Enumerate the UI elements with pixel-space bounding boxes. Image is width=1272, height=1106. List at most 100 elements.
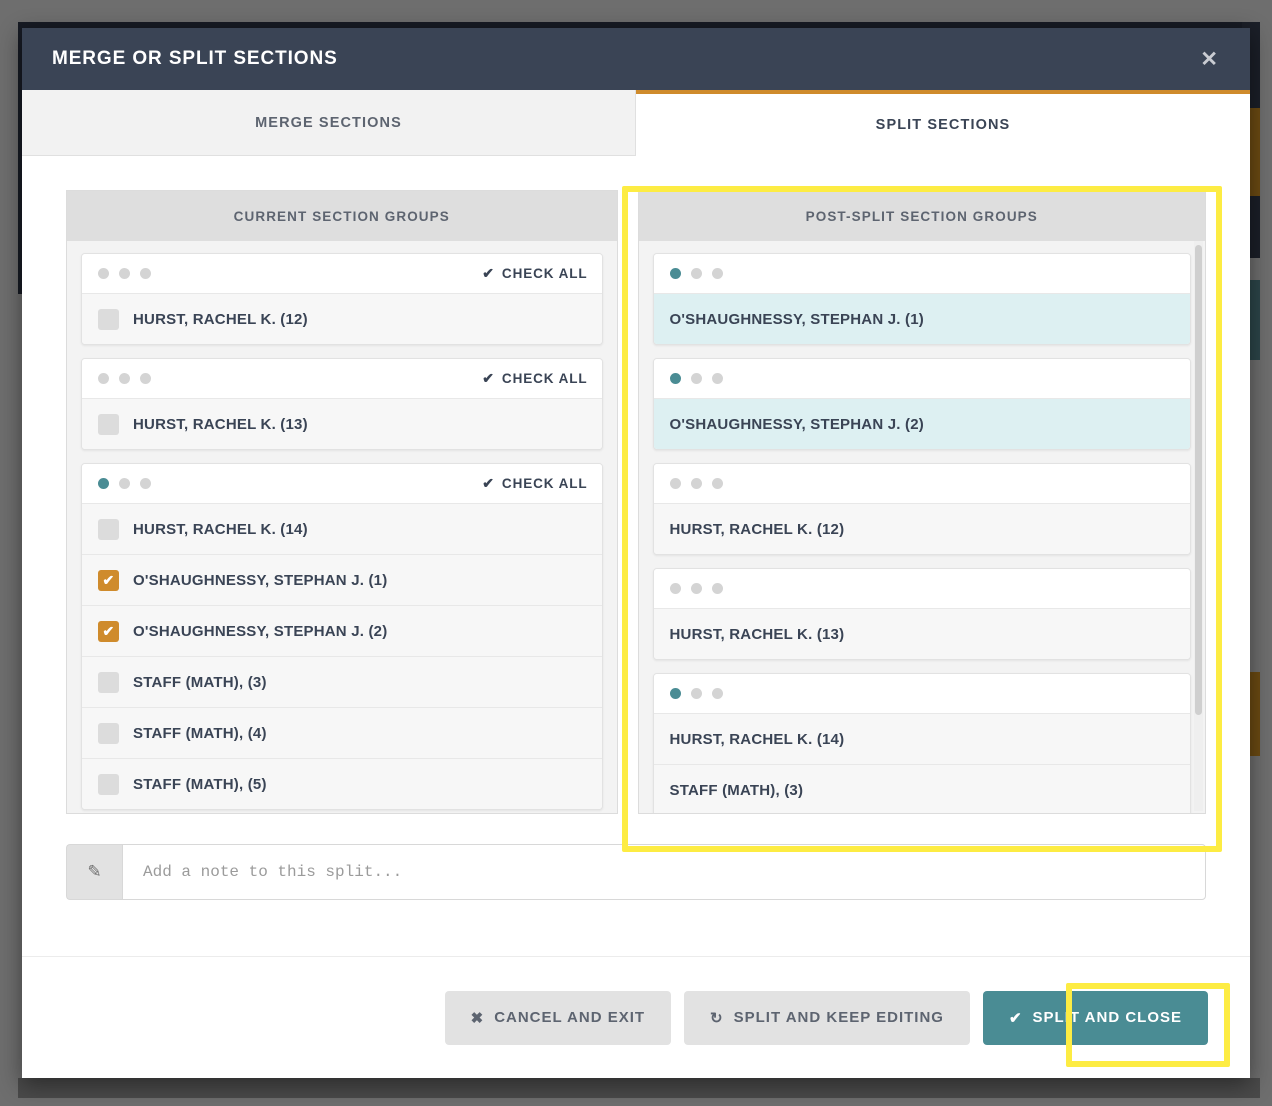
section-group-card[interactable]: ✔ CHECK ALL HURST, RACHEL K. (12) <box>81 253 603 345</box>
section-row-label: O'SHAUGHNESSY, STEPHAN J. (1) <box>670 311 924 328</box>
postsplit-column-header: POST-SPLIT SECTION GROUPS <box>639 191 1205 241</box>
modal-footer: ✖ CANCEL AND EXIT ↻ SPLIT AND KEEP EDITI… <box>22 956 1250 1078</box>
status-dot <box>691 478 702 489</box>
split-note-input[interactable] <box>122 844 1206 900</box>
section-checkbox[interactable] <box>98 519 119 540</box>
status-dot <box>691 373 702 384</box>
status-dot <box>712 268 723 279</box>
split-and-keep-editing-label: SPLIT AND KEEP EDITING <box>734 1009 944 1026</box>
section-checkbox[interactable] <box>98 723 119 744</box>
postsplit-column-scroll-area[interactable]: O'SHAUGHNESSY, STEPHAN J. (1) <box>639 241 1205 813</box>
status-dot <box>691 583 702 594</box>
section-group-columns: CURRENT SECTION GROUPS ✔ CH <box>66 190 1206 814</box>
check-all-button[interactable]: ✔ CHECK ALL <box>482 475 587 492</box>
section-row-label: STAFF (MATH), (4) <box>133 725 267 742</box>
section-checkbox[interactable] <box>98 414 119 435</box>
section-row-label: HURST, RACHEL K. (12) <box>670 521 845 538</box>
merge-or-split-sections-modal: MERGE OR SPLIT SECTIONS ✕ MERGE SECTIONS… <box>22 28 1250 1078</box>
backdrop-block-shadow-bottom <box>18 1078 1260 1098</box>
section-row[interactable]: HURST, RACHEL K. (13) <box>654 608 1190 659</box>
section-row-label: STAFF (MATH), (3) <box>670 782 804 799</box>
section-checkbox[interactable] <box>98 774 119 795</box>
section-row[interactable]: O'SHAUGHNESSY, STEPHAN J. (1) <box>654 293 1190 344</box>
section-row-label: HURST, RACHEL K. (13) <box>670 626 845 643</box>
section-group-card[interactable]: O'SHAUGHNESSY, STEPHAN J. (1) <box>653 253 1191 345</box>
postsplit-scrollbar-thumb[interactable] <box>1195 245 1202 715</box>
status-dot <box>712 478 723 489</box>
section-row[interactable]: ✔ O'SHAUGHNESSY, STEPHAN J. (1) <box>82 554 602 605</box>
section-row[interactable]: HURST, RACHEL K. (14) <box>82 503 602 554</box>
section-row-label: STAFF (MATH), (3) <box>133 674 267 691</box>
section-row-label: STAFF (MATH), (5) <box>133 776 267 793</box>
check-icon: ✔ <box>482 475 495 492</box>
check-all-button[interactable]: ✔ CHECK ALL <box>482 265 587 282</box>
group-status-dots <box>98 478 151 489</box>
group-card-bar: ✔ CHECK ALL <box>82 254 602 293</box>
section-row[interactable]: HURST, RACHEL K. (13) <box>82 398 602 449</box>
group-status-dots <box>670 268 723 279</box>
status-dot <box>712 688 723 699</box>
group-card-bar <box>654 464 1190 503</box>
current-section-groups-column: CURRENT SECTION GROUPS ✔ CH <box>66 190 618 814</box>
postsplit-scrollbar-track[interactable] <box>1194 241 1203 811</box>
section-row-label: O'SHAUGHNESSY, STEPHAN J. (1) <box>133 572 387 589</box>
section-group-card[interactable]: HURST, RACHEL K. (12) <box>653 463 1191 555</box>
status-dot <box>140 268 151 279</box>
cancel-and-exit-label: CANCEL AND EXIT <box>494 1009 645 1026</box>
tab-split-sections[interactable]: SPLIT SECTIONS <box>636 90 1250 156</box>
check-all-button[interactable]: ✔ CHECK ALL <box>482 370 587 387</box>
status-dot <box>670 268 681 279</box>
section-row-label: O'SHAUGHNESSY, STEPHAN J. (2) <box>133 623 387 640</box>
split-and-close-button[interactable]: ✔ SPLIT AND CLOSE <box>983 991 1208 1045</box>
close-icon[interactable]: ✕ <box>1194 45 1224 74</box>
section-checkbox[interactable] <box>98 672 119 693</box>
status-dot <box>691 688 702 699</box>
section-row-label: HURST, RACHEL K. (13) <box>133 416 308 433</box>
group-status-dots <box>670 373 723 384</box>
section-group-card[interactable]: HURST, RACHEL K. (13) <box>653 568 1191 660</box>
tab-bar: MERGE SECTIONS SPLIT SECTIONS <box>22 90 1250 156</box>
section-row[interactable]: STAFF (MATH), (3) <box>82 656 602 707</box>
refresh-icon: ↻ <box>710 1009 724 1027</box>
section-checkbox[interactable]: ✔ <box>98 570 119 591</box>
group-card-bar <box>654 254 1190 293</box>
group-card-bar <box>654 359 1190 398</box>
group-status-dots <box>670 478 723 489</box>
section-row[interactable]: STAFF (MATH), (3) <box>654 764 1190 813</box>
section-row[interactable]: O'SHAUGHNESSY, STEPHAN J. (2) <box>654 398 1190 449</box>
section-checkbox[interactable]: ✔ <box>98 621 119 642</box>
cancel-and-exit-button[interactable]: ✖ CANCEL AND EXIT <box>445 991 671 1045</box>
status-dot <box>140 373 151 384</box>
status-dot <box>98 373 109 384</box>
section-group-card[interactable]: HURST, RACHEL K. (14) STAFF (MATH), (3) <box>653 673 1191 813</box>
group-card-bar: ✔ CHECK ALL <box>82 359 602 398</box>
status-dot <box>119 373 130 384</box>
section-row[interactable]: HURST, RACHEL K. (12) <box>82 293 602 344</box>
check-icon: ✔ <box>1009 1009 1023 1027</box>
split-and-keep-editing-button[interactable]: ↻ SPLIT AND KEEP EDITING <box>684 991 970 1045</box>
section-group-card[interactable]: ✔ CHECK ALL HURST, RACHEL K. (13) <box>81 358 603 450</box>
split-and-close-label: SPLIT AND CLOSE <box>1033 1009 1182 1026</box>
group-status-dots <box>98 373 151 384</box>
page-title: MERGE OR SPLIT SECTIONS <box>52 48 338 70</box>
section-row[interactable]: ✔ O'SHAUGHNESSY, STEPHAN J. (2) <box>82 605 602 656</box>
section-row[interactable]: HURST, RACHEL K. (12) <box>654 503 1190 554</box>
section-checkbox[interactable] <box>98 309 119 330</box>
check-icon: ✔ <box>482 265 495 282</box>
current-column-scroll-area[interactable]: ✔ CHECK ALL HURST, RACHEL K. (12) <box>67 241 617 813</box>
status-dot <box>98 268 109 279</box>
check-all-label: CHECK ALL <box>502 476 588 491</box>
group-card-bar: ✔ CHECK ALL <box>82 464 602 503</box>
section-row[interactable]: HURST, RACHEL K. (14) <box>654 713 1190 764</box>
section-group-card[interactable]: O'SHAUGHNESSY, STEPHAN J. (2) <box>653 358 1191 450</box>
current-column-header: CURRENT SECTION GROUPS <box>67 191 617 241</box>
section-group-card[interactable]: ✔ CHECK ALL HURST, RACHEL K. (14) ✔ O'SH… <box>81 463 603 810</box>
section-row[interactable]: STAFF (MATH), (5) <box>82 758 602 809</box>
tab-merge-sections[interactable]: MERGE SECTIONS <box>22 90 636 156</box>
group-status-dots <box>98 268 151 279</box>
section-row[interactable]: STAFF (MATH), (4) <box>82 707 602 758</box>
section-row-label: HURST, RACHEL K. (12) <box>133 311 308 328</box>
section-row-label: HURST, RACHEL K. (14) <box>133 521 308 538</box>
group-status-dots <box>670 688 723 699</box>
status-dot <box>119 478 130 489</box>
